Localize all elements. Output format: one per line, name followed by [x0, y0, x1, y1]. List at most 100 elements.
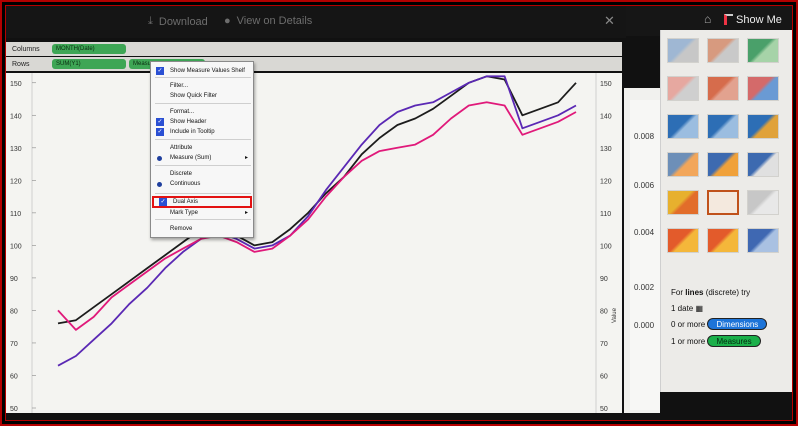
left-tick-label: 120 [10, 178, 22, 185]
show-me-panel: For lines (discrete) try 1 date ▦ 0 or m… [660, 30, 792, 392]
menu-item-mark-type[interactable]: Mark Type ▸ [151, 209, 253, 217]
columns-pill[interactable]: MONTH(Date) [52, 44, 126, 54]
left-tick-label: 140 [10, 113, 22, 120]
left-tick-label: 60 [10, 373, 18, 380]
checkmark-icon: ✓ [159, 198, 167, 206]
date-requirement: 1 date ▦ [671, 304, 704, 313]
menu-separator [155, 193, 251, 194]
close-icon[interactable]: ✕ [604, 13, 615, 29]
menu-separator [155, 219, 251, 220]
menu-item-label: Show Header [170, 119, 207, 125]
chart-type-thumbnail[interactable] [707, 76, 739, 101]
menu-item-continuous[interactable]: Continuous [151, 180, 253, 188]
left-tick-label: 110 [10, 211, 21, 218]
chart-type-thumbnail[interactable] [667, 38, 699, 63]
dimension-requirement: 0 or more Dimensions [671, 318, 768, 330]
right-tick-label: 0.006 [634, 181, 655, 190]
chart-type-thumbnail[interactable] [667, 114, 699, 139]
menu-item-label: Measure (Sum) [170, 155, 212, 161]
chart-type-thumbnail[interactable] [667, 190, 699, 215]
right-tick-label: 0.004 [634, 228, 655, 237]
columns-shelf-label: Columns [12, 45, 40, 53]
field-context-menu: ✓ Show Measure Values Shelf Filter... Show … [150, 61, 254, 238]
menu-item-label: Mark Type [170, 210, 198, 216]
chart-type-thumbnail[interactable] [707, 152, 739, 177]
rows-pill-sum[interactable]: SUM(Y1) [52, 59, 126, 69]
chart-type-thumbnail[interactable] [667, 76, 699, 101]
menu-item-label: Format... [170, 109, 195, 115]
tooltip-bar: ⤓ Download ● View on Details ✕ [6, 6, 626, 38]
left-tick-label: 130 [10, 146, 22, 153]
right-axis-pane: 0.000 0.002 0.004 0.006 0.008 [630, 100, 660, 410]
menu-item-label: Dual Axis [173, 199, 199, 205]
right-tick-label: 0.000 [634, 321, 655, 330]
plot-background [6, 73, 622, 413]
rows-shelf[interactable]: Rows SUM(Y1) Measure [6, 57, 622, 71]
checkmark-icon: ✓ [156, 67, 164, 75]
chart-type-thumbnail[interactable] [707, 114, 739, 139]
right-tick-label: 0.008 [634, 132, 655, 141]
chart-type-thumbnail[interactable] [747, 152, 779, 177]
menu-item-label: Show Measure Values Shelf [170, 68, 245, 74]
show-me-hint: For lines (discrete) try [671, 288, 751, 297]
view-details-action[interactable]: ● View on Details [224, 15, 312, 27]
menu-item-show-quick-filter[interactable]: Show Quick Filter [151, 92, 253, 100]
chart-type-thumbnail[interactable] [747, 76, 779, 101]
menu-item-label: Filter... [170, 83, 189, 89]
menu-item-dual-axis[interactable]: ✓ Dual Axis [152, 196, 252, 208]
menu-item-format[interactable]: Format... [151, 108, 253, 116]
menu-item-filter[interactable]: Filter... [151, 82, 253, 90]
download-label: Download [158, 15, 208, 28]
menu-item-attribute[interactable]: Attribute [151, 144, 253, 152]
center-tick-label: 60 [600, 373, 608, 380]
menu-separator [155, 139, 251, 140]
menu-item-show-header[interactable]: ✓ Show Header [151, 118, 253, 126]
center-tick-label: 120 [600, 178, 612, 185]
left-tick-label: 90 [10, 276, 18, 283]
menu-item-discrete[interactable]: Discrete [151, 170, 253, 178]
left-tick-label: 150 [10, 81, 22, 88]
show-me-button[interactable]: Show Me [736, 14, 782, 26]
menu-item-label: Include in Tooltip [170, 129, 215, 135]
chart-type-thumbnail[interactable] [707, 190, 739, 215]
checkmark-icon: ✓ [156, 128, 164, 136]
menu-item-label: Show Quick Filter [170, 93, 218, 99]
radio-dot-icon [157, 156, 162, 161]
menu-item-show-measure-values-shelf[interactable]: ✓ Show Measure Values Shelf [151, 67, 253, 75]
checkmark-icon: ✓ [156, 118, 164, 126]
info-icon: ● [224, 15, 231, 27]
measure-requirement: 1 or more Measures [671, 335, 761, 347]
show-me-icon[interactable] [724, 14, 733, 25]
download-action[interactable]: ⤓ Download [148, 15, 208, 28]
menu-item-measure-sum[interactable]: Measure (Sum) ▸ [151, 154, 253, 162]
center-tick-label: 150 [600, 81, 612, 88]
tooltip-icon[interactable]: ⌂ [704, 12, 711, 26]
submenu-arrow-icon: ▸ [244, 155, 248, 161]
menu-item-label: Discrete [170, 171, 193, 177]
menu-separator [155, 77, 251, 78]
menu-item-label: Continuous [170, 181, 201, 187]
chart-type-thumbnail[interactable] [707, 38, 739, 63]
chart-type-thumbnail[interactable] [667, 152, 699, 177]
center-tick-label: 50 [600, 406, 608, 413]
rows-shelf-label: Rows [12, 60, 30, 68]
dimensions-badge: Dimensions [707, 318, 768, 330]
measures-badge: Measures [707, 335, 761, 347]
chart-type-thumbnail[interactable] [747, 38, 779, 63]
center-tick-label: 140 [600, 113, 612, 120]
menu-item-remove[interactable]: Remove [151, 225, 253, 233]
chart-area[interactable]: 50 60 70 80 90 100 110 120 130 140 150 50 60 70 80 90 10… [6, 73, 622, 413]
chart-type-thumbnail[interactable] [747, 228, 779, 253]
chart-type-thumbnail[interactable] [747, 190, 779, 215]
view-details-label: View on Details [236, 15, 313, 27]
left-tick-label: 50 [10, 406, 18, 413]
chart-type-thumbnail[interactable] [707, 228, 739, 253]
menu-separator [155, 103, 251, 104]
submenu-arrow-icon: ▸ [244, 210, 248, 216]
chart-type-thumbnail[interactable] [667, 228, 699, 253]
menu-item-include-in-tooltip[interactable]: ✓ Include in Tooltip [151, 128, 253, 136]
columns-shelf[interactable]: Columns MONTH(Date) [6, 42, 622, 56]
menu-item-label: Remove [170, 226, 193, 232]
download-icon: ⤓ [148, 15, 153, 27]
chart-type-thumbnail[interactable] [747, 114, 779, 139]
